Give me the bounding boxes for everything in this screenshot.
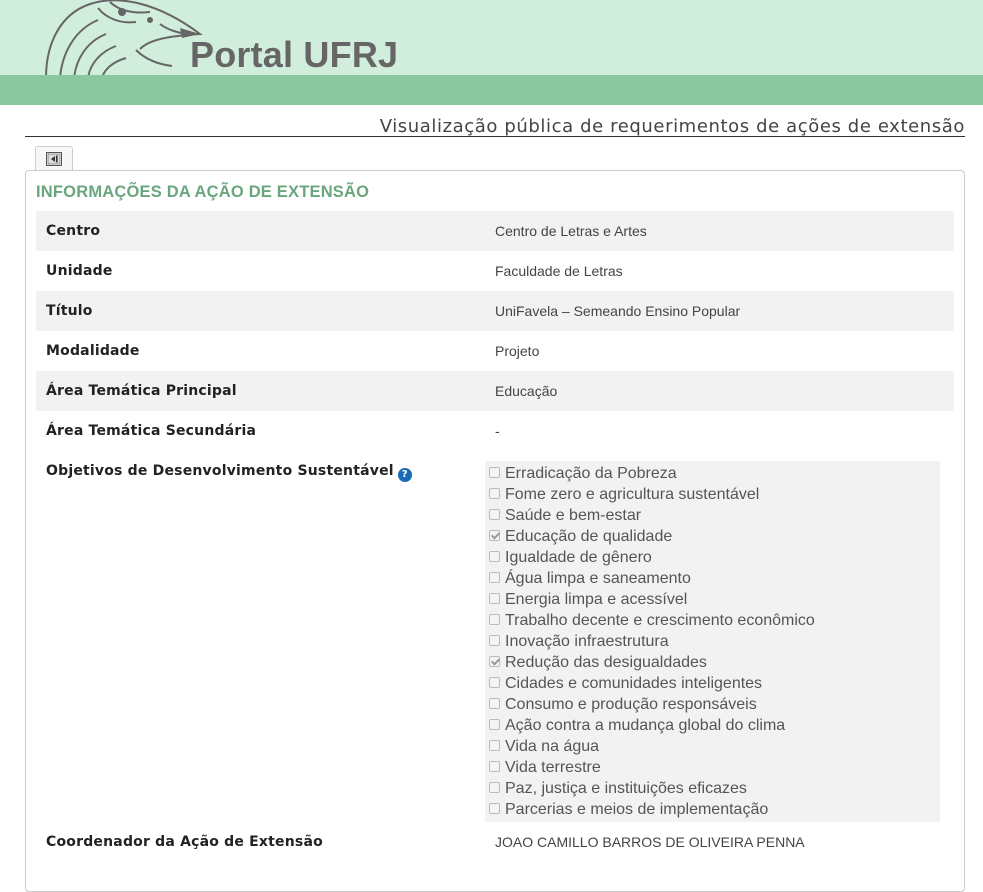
- page-subtitle: Visualização pública de requerimentos de…: [379, 116, 965, 137]
- row-value: Centro de Letras e Artes: [495, 223, 647, 239]
- ods-item-label: Erradicação da Pobreza: [505, 464, 677, 482]
- ods-item: Saúde e bem-estar: [489, 505, 940, 526]
- info-panel: INFORMAÇÕES DA AÇÃO DE EXTENSÃO Centro C…: [25, 170, 965, 892]
- portal-title[interactable]: Portal UFRJ: [190, 34, 398, 75]
- row-titulo: Título UniFavela – Semeando Ensino Popul…: [36, 291, 954, 331]
- ods-checkbox[interactable]: [489, 634, 500, 646]
- row-coordenador: Coordenador da Ação de Extensão JOAO CAM…: [36, 822, 954, 862]
- row-label: Coordenador da Ação de Extensão: [46, 834, 323, 850]
- ods-checkbox[interactable]: [489, 487, 500, 499]
- ods-item: Trabalho decente e crescimento econômico: [489, 610, 940, 631]
- ods-checkbox[interactable]: [489, 466, 500, 478]
- ods-item: Fome zero e agricultura sustentável: [489, 484, 940, 505]
- row-label: Modalidade: [46, 343, 140, 359]
- ods-item-label: Parcerias e meios de implementação: [505, 800, 769, 818]
- ods-item: Água limpa e saneamento: [489, 568, 940, 589]
- ods-item: Cidades e comunidades inteligentes: [489, 673, 940, 694]
- row-value: Educação: [495, 383, 558, 399]
- row-unidade: Unidade Faculdade de Letras: [36, 251, 954, 291]
- ods-item: Educação de qualidade: [489, 526, 940, 547]
- ods-item: Energia limpa e acessível: [489, 589, 940, 610]
- ods-item-label: Vida terrestre: [505, 758, 601, 776]
- ods-item: Ação contra a mudança global do clima: [489, 715, 940, 736]
- ods-item-label: Energia limpa e acessível: [505, 590, 688, 608]
- row-label: Objetivos de Desenvolvimento Sustentável…: [36, 451, 485, 822]
- header: Portal UFRJ: [0, 0, 983, 75]
- ods-item-label: Cidades e comunidades inteligentes: [505, 674, 763, 692]
- ods-item-label: Saúde e bem-estar: [505, 506, 642, 524]
- row-centro: Centro Centro de Letras e Artes: [36, 211, 954, 251]
- ods-item: Redução das desigualdades: [489, 652, 940, 673]
- ods-checkbox[interactable]: [489, 718, 500, 730]
- ods-checkbox[interactable]: [489, 676, 500, 688]
- ods-item: Inovação infraestrutura: [489, 631, 940, 652]
- ods-checkbox[interactable]: [489, 655, 500, 667]
- ods-item-label: Ação contra a mudança global do clima: [505, 716, 786, 734]
- minerva-logo-icon: [45, 0, 203, 75]
- header-band: [0, 75, 983, 105]
- ods-checkbox[interactable]: [489, 571, 500, 583]
- ods-item-label: Educação de qualidade: [505, 527, 673, 545]
- ods-item-label: Redução das desigualdades: [505, 653, 707, 671]
- row-ods: Objetivos de Desenvolvimento Sustentável…: [36, 451, 954, 822]
- row-label: Área Temática Principal: [46, 383, 237, 399]
- subtitle-divider: [25, 136, 965, 137]
- ods-item: Vida terrestre: [489, 757, 940, 778]
- ods-item: Vida na água: [489, 736, 940, 757]
- panel-toggle-icon: [46, 152, 62, 166]
- ods-label: Objetivos de Desenvolvimento Sustentável: [46, 463, 394, 479]
- ods-item: Paz, justiça e instituições eficazes: [489, 778, 940, 799]
- ods-checkbox[interactable]: [489, 613, 500, 625]
- row-value: JOAO CAMILLO BARROS DE OLIVEIRA PENNA: [495, 834, 805, 850]
- help-icon[interactable]: ?: [397, 468, 412, 482]
- ods-item: Igualdade de gênero: [489, 547, 940, 568]
- ods-item-label: Vida na água: [505, 737, 600, 755]
- ods-checkbox[interactable]: [489, 592, 500, 604]
- ods-item-label: Consumo e produção responsáveis: [505, 695, 757, 713]
- ods-checkbox[interactable]: [489, 760, 500, 772]
- ods-item-label: Igualdade de gênero: [505, 548, 652, 566]
- row-label: Área Temática Secundária: [46, 423, 257, 439]
- row-value: -: [495, 423, 500, 439]
- ods-item: Parcerias e meios de implementação: [489, 799, 940, 820]
- row-label: Unidade: [46, 263, 113, 279]
- ods-checkbox[interactable]: [489, 508, 500, 520]
- row-label: Centro: [46, 223, 101, 239]
- row-modalidade: Modalidade Projeto: [36, 331, 954, 371]
- ods-item-label: Inovação infraestrutura: [505, 632, 669, 650]
- ods-checkbox[interactable]: [489, 529, 500, 541]
- ods-checkbox[interactable]: [489, 781, 500, 793]
- row-value: Faculdade de Letras: [495, 263, 623, 279]
- ods-values: Erradicação da Pobreza Fome zero e agricu…: [485, 451, 954, 822]
- ods-checkbox[interactable]: [489, 550, 500, 562]
- row-area-principal: Área Temática Principal Educação: [36, 371, 954, 411]
- ods-item-label: Paz, justiça e instituições eficazes: [505, 779, 747, 797]
- row-value: Projeto: [495, 343, 540, 359]
- ods-item: Erradicação da Pobreza: [489, 463, 940, 484]
- ods-item: Consumo e produção responsáveis: [489, 694, 940, 715]
- ods-checkbox[interactable]: [489, 739, 500, 751]
- ods-checkbox[interactable]: [489, 697, 500, 709]
- row-area-secundaria: Área Temática Secundária -: [36, 411, 954, 451]
- row-value: UniFavela – Semeando Ensino Popular: [495, 303, 741, 319]
- ods-checkbox[interactable]: [489, 802, 500, 814]
- ods-checkbox-list: Erradicação da Pobreza Fome zero e agricu…: [485, 461, 940, 822]
- panel-toggle-button[interactable]: [35, 146, 73, 171]
- row-label: Título: [46, 303, 93, 319]
- ods-item-label: Água limpa e saneamento: [505, 569, 691, 587]
- info-table: Centro Centro de Letras e Artes Unidade …: [36, 211, 954, 862]
- ods-item-label: Fome zero e agricultura sustentável: [505, 485, 760, 503]
- ods-item-label: Trabalho decente e crescimento econômico: [505, 611, 815, 629]
- panel-title: INFORMAÇÕES DA AÇÃO DE EXTENSÃO: [36, 183, 370, 201]
